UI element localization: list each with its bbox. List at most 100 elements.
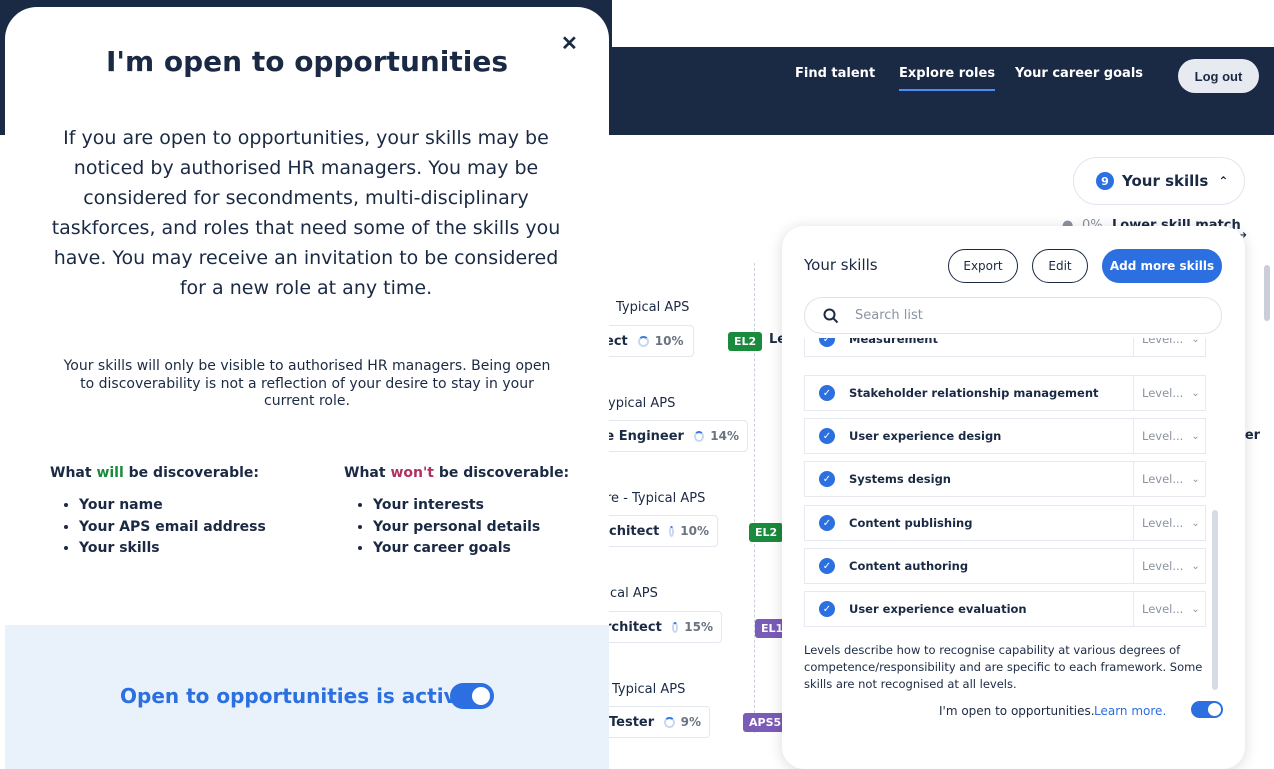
skill-row[interactable]: ✓ User experience evaluation Level... ⌄ [804, 591, 1206, 627]
will-heading: What will be discoverable: [50, 465, 259, 481]
list-item: Your interests [373, 497, 540, 513]
match-percent: 14% [710, 429, 739, 443]
level-select[interactable]: Level... ⌄ [1133, 549, 1205, 583]
export-button[interactable]: Export [948, 249, 1018, 283]
match-spinner-icon [664, 716, 675, 728]
role-group-label: Typical APS [616, 300, 690, 315]
wont-heading-suffix: be discoverable: [438, 465, 570, 481]
role-card-title: re Engineer [599, 428, 684, 444]
skill-row[interactable]: ✓ Measurement Level... ⌄ [804, 338, 1206, 357]
match-spinner-icon [669, 525, 675, 537]
opportunities-status-text: Open to opportunities is active [120, 684, 471, 708]
level-badge: EL2 [728, 332, 763, 351]
will-list: Your name Your APS email address Your sk… [62, 497, 266, 562]
level-badge: EL2 [749, 523, 784, 542]
chevron-down-icon: ⌄ [1191, 430, 1200, 442]
list-item: Your name [79, 497, 266, 513]
level-value: Level... [1142, 386, 1184, 400]
page-scrollbar[interactable] [1264, 265, 1270, 321]
match-percent: 15% [684, 620, 713, 634]
check-icon: ✓ [819, 385, 835, 401]
skill-name: User experience evaluation [849, 602, 1027, 616]
list-item: Your career goals [373, 540, 540, 556]
level-select[interactable]: Level... ⌄ [1133, 419, 1205, 453]
opportunities-modal: ✕ I'm open to opportunities If you are o… [5, 7, 609, 769]
wont-list: Your interests Your personal details You… [356, 497, 540, 562]
logout-button[interactable]: Log out [1178, 59, 1259, 93]
level-select[interactable]: Level... ⌄ [1133, 506, 1205, 540]
level-value: Level... [1142, 516, 1184, 530]
chevron-down-icon: ⌄ [1191, 338, 1200, 345]
learn-more-link[interactable]: Learn more. [1094, 704, 1166, 718]
modal-footer: Open to opportunities is active [5, 625, 609, 769]
check-icon: ✓ [819, 601, 835, 617]
page: Find talent Explore roles Your career go… [0, 0, 1274, 769]
role-group-label: cal APS [610, 586, 658, 601]
check-icon: ✓ [819, 558, 835, 574]
skill-name: Systems design [849, 472, 951, 486]
role-card[interactable]: re Engineer 14% [590, 420, 748, 452]
list-item: Your APS email address [79, 519, 266, 535]
nav-explore-roles[interactable]: Explore roles [899, 66, 996, 91]
nav-find-talent[interactable]: Find talent [795, 66, 875, 81]
match-percent: 10% [680, 524, 709, 538]
level-value: Level... [1142, 338, 1184, 346]
skill-row[interactable]: ✓ Content authoring Level... ⌄ [804, 548, 1206, 584]
skill-name: User experience design [849, 429, 1002, 443]
skill-name: Content authoring [849, 559, 969, 573]
level-badge: APS5 [743, 713, 788, 732]
skill-row[interactable]: ✓ User experience design Level... ⌄ [804, 418, 1206, 454]
level-select[interactable]: Level... ⌄ [1133, 592, 1205, 626]
wont-heading: What won't be discoverable: [344, 465, 569, 481]
level-select[interactable]: Level... ⌄ [1133, 462, 1205, 496]
level-value: Level... [1142, 602, 1184, 616]
chevron-up-icon: ⌃ [1218, 174, 1229, 188]
open-to-opportunities-toggle[interactable] [1191, 701, 1223, 718]
skill-list-scrollbar[interactable] [1212, 510, 1218, 690]
check-icon: ✓ [819, 338, 835, 347]
role-card-title: Tester [609, 714, 655, 730]
check-icon: ✓ [819, 471, 835, 487]
chevron-down-icon: ⌄ [1191, 603, 1200, 615]
skill-row[interactable]: ✓ Content publishing Level... ⌄ [804, 505, 1206, 541]
role-card[interactable]: Tester 9% [600, 706, 710, 738]
role-card[interactable]: rchitect 15% [596, 611, 722, 643]
edit-button[interactable]: Edit [1032, 249, 1088, 283]
role-card[interactable]: chitect 10% [600, 515, 718, 547]
chevron-down-icon: ⌄ [1191, 387, 1200, 399]
chevron-down-icon: ⌄ [1191, 473, 1200, 485]
match-spinner-icon [637, 335, 649, 347]
modal-lead-text: If you are open to opportunities, your s… [51, 127, 561, 299]
match-spinner-icon [671, 621, 679, 633]
level-value: Level... [1142, 472, 1184, 486]
modal-title: I'm open to opportunities [105, 45, 509, 78]
skill-name: Content publishing [849, 516, 973, 530]
skill-name: Measurement [849, 338, 938, 346]
match-percent: 10% [654, 334, 684, 348]
role-card-title: rchitect [605, 619, 662, 635]
check-icon: ✓ [819, 428, 835, 444]
levels-note: Levels describe how to recognise capabil… [804, 643, 1203, 691]
skills-panel: Your skills Export Edit Add more skills … [782, 226, 1245, 769]
your-skills-label: Your skills [1122, 172, 1209, 190]
opportunities-active-toggle[interactable] [450, 683, 494, 709]
modal-visibility-note: Your skills will only be visible to auth… [63, 358, 551, 409]
will-keyword: will [96, 465, 124, 481]
role-card-title: chitect [609, 523, 660, 539]
open-to-opportunities-label: I'm open to opportunities. [939, 704, 1095, 718]
role-group-label: Typical APS [612, 682, 686, 697]
skill-row[interactable]: ✓ Systems design Level... ⌄ [804, 461, 1206, 497]
nav-career-goals[interactable]: Your career goals [1015, 66, 1143, 81]
wont-keyword: won't [390, 465, 434, 481]
level-select[interactable]: Level... ⌄ [1133, 376, 1205, 410]
add-more-skills-button[interactable]: Add more skills [1102, 249, 1222, 283]
skill-name: Stakeholder relationship management [849, 386, 1099, 400]
your-skills-button[interactable]: 9 Your skills ⌃ [1073, 157, 1245, 205]
level-select[interactable]: Level... ⌄ [1133, 338, 1205, 356]
search-input[interactable] [855, 308, 1155, 323]
skill-row[interactable]: ✓ Stakeholder relationship management Le… [804, 375, 1206, 411]
skills-panel-title: Your skills [804, 256, 878, 274]
role-card[interactable]: ect 10% [596, 325, 694, 357]
skills-count-badge: 9 [1096, 172, 1114, 190]
skills-search[interactable] [804, 297, 1222, 334]
